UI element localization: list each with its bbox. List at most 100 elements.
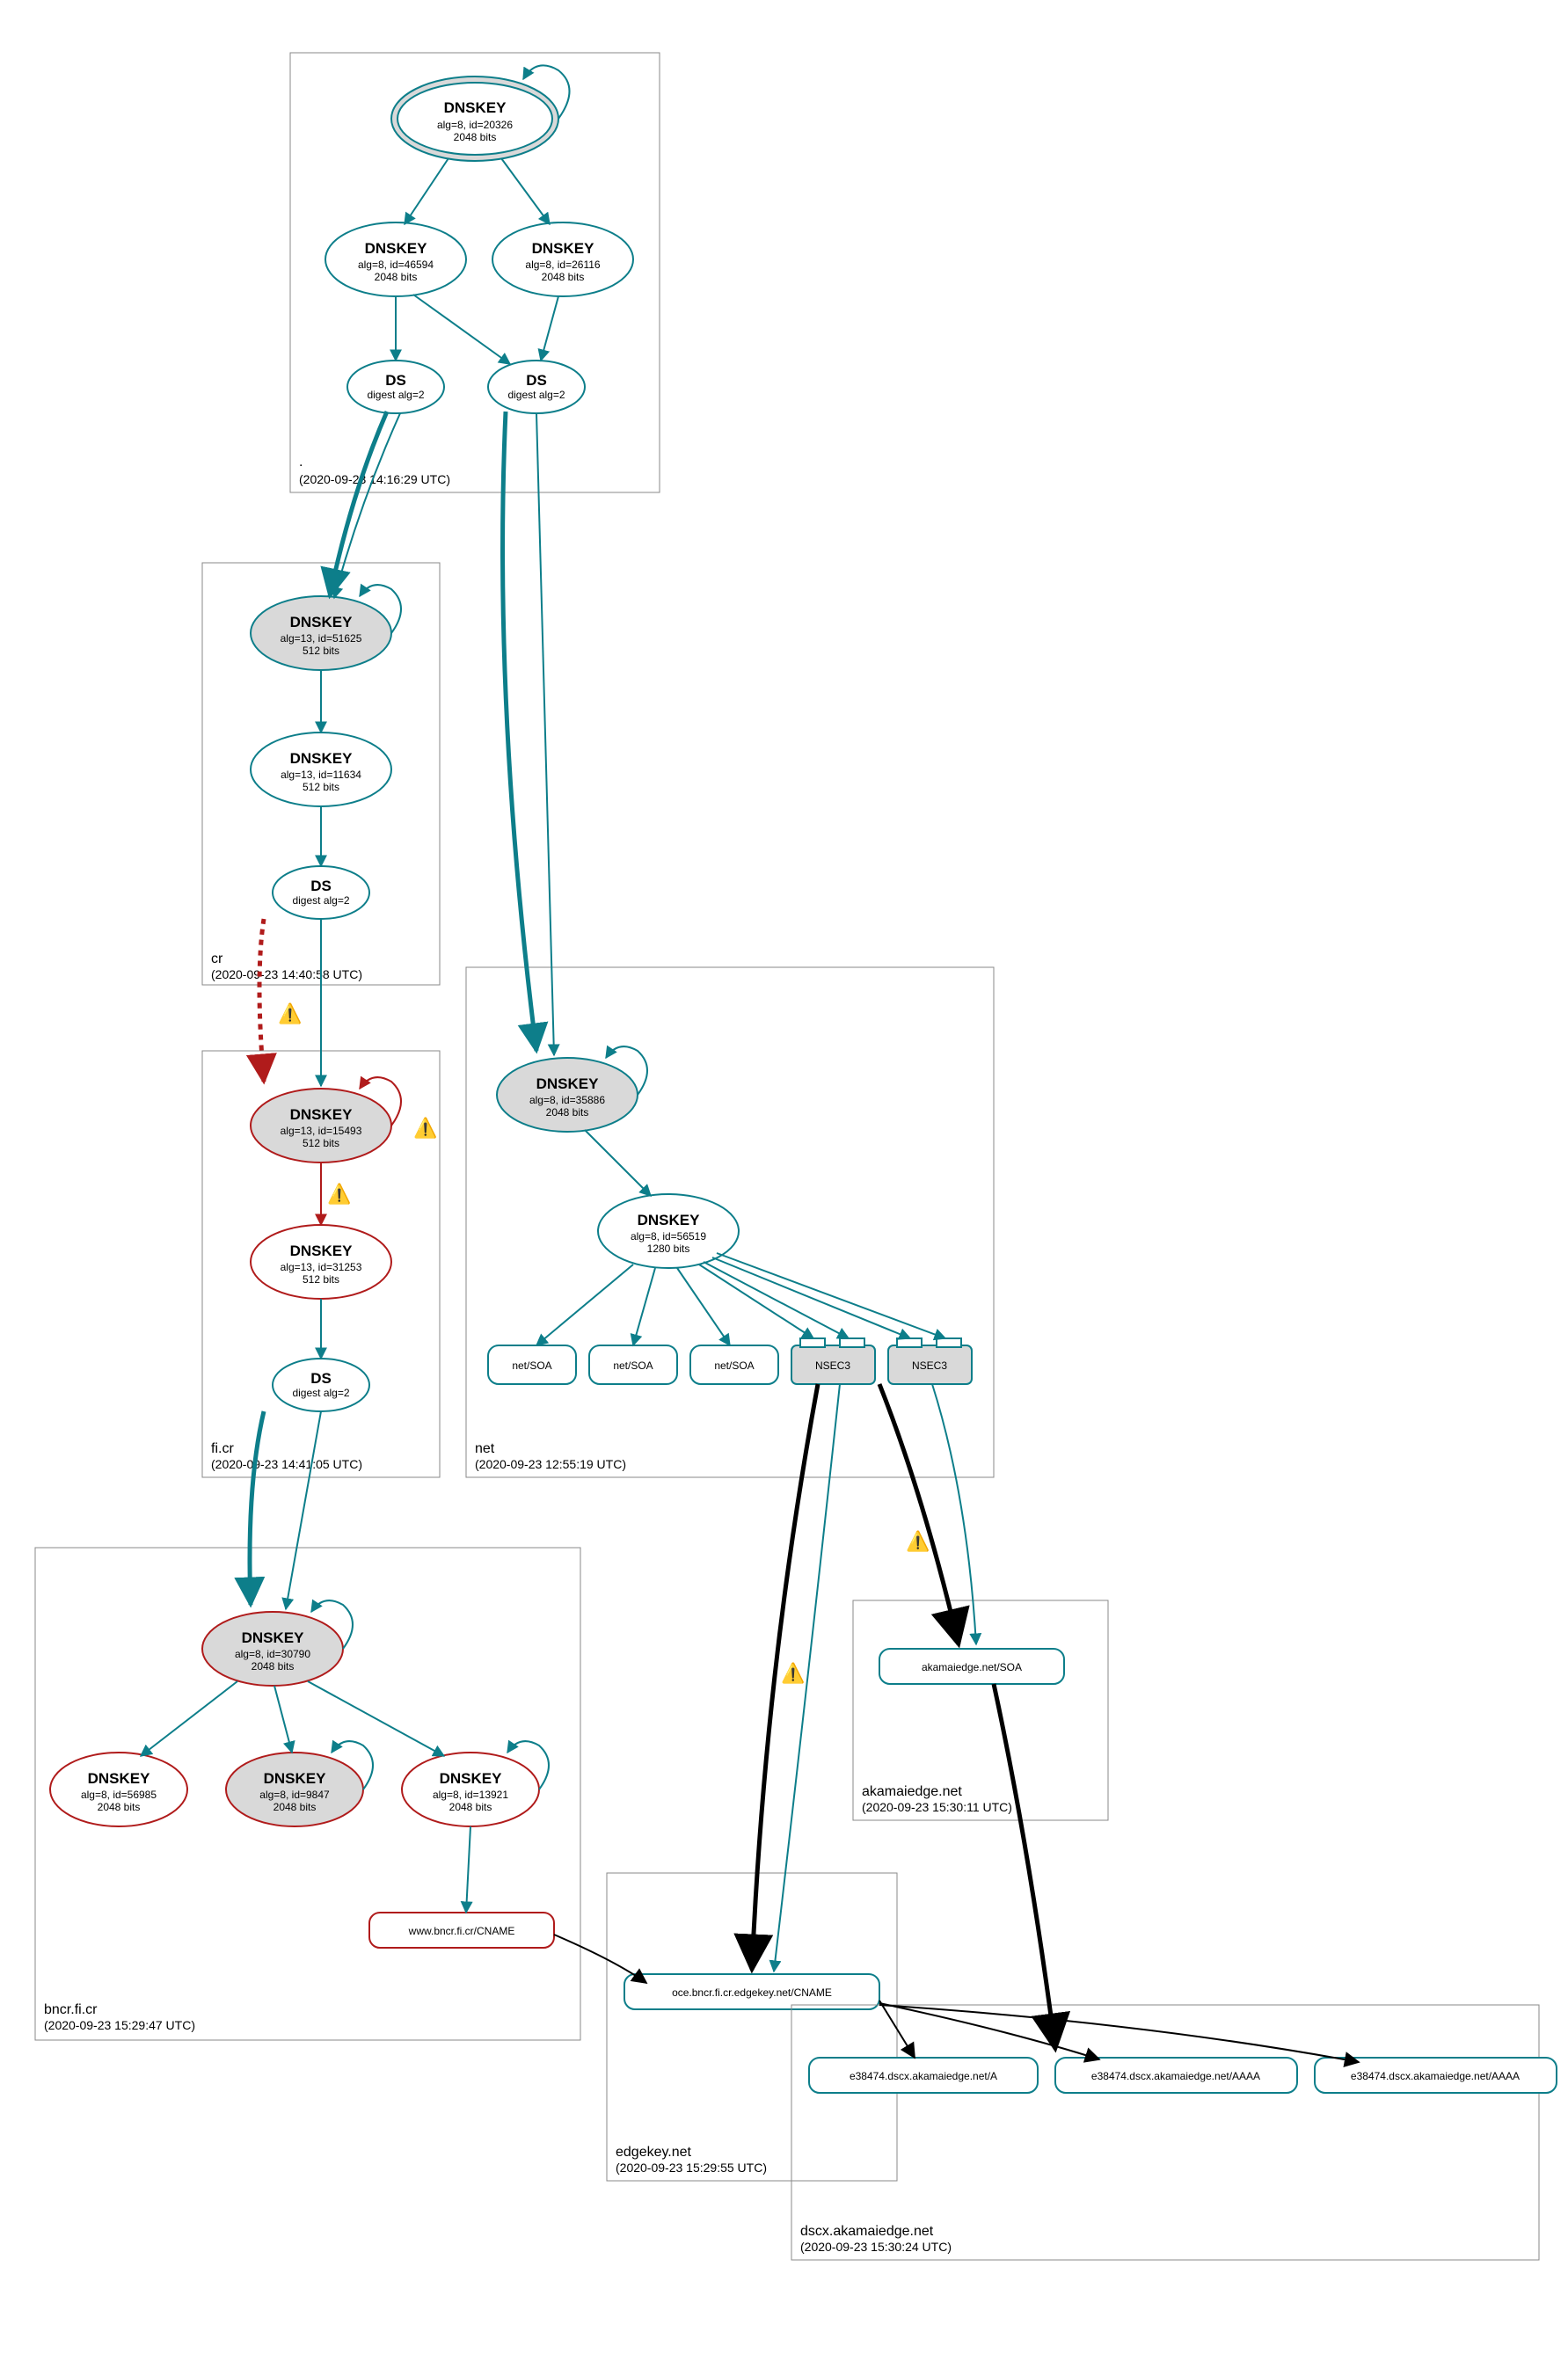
edge-insecure [879, 1384, 959, 1644]
svg-text:alg=13, id=51625: alg=13, id=51625 [281, 632, 362, 645]
svg-text:alg=13, id=15493: alg=13, id=15493 [281, 1125, 362, 1137]
edge [712, 1257, 910, 1338]
node-dscx-aaaa2: e38474.dscx.akamaiedge.net/AAAA [1315, 2058, 1557, 2093]
zone-ficr: fi.cr (2020-09-23 14:41:05 UTC) ⚠️ DNSKE… [202, 919, 440, 1477]
node-ficr-ksk: DNSKEY alg=13, id=15493 512 bits [251, 1089, 391, 1162]
svg-text:alg=13, id=31253: alg=13, id=31253 [281, 1261, 362, 1273]
svg-text:alg=8, id=13921: alg=8, id=13921 [433, 1789, 508, 1801]
svg-text:DNSKEY: DNSKEY [290, 1106, 354, 1123]
edge [585, 1130, 651, 1196]
edge-deleg-root-net [503, 412, 536, 1051]
edge [286, 1411, 321, 1609]
svg-text:digest alg=2: digest alg=2 [292, 1387, 349, 1399]
edge [308, 1681, 444, 1756]
svg-text:DNSKEY: DNSKEY [290, 750, 354, 767]
zone-ficr-label: fi.cr [211, 1441, 234, 1456]
zone-edgek-label: edgekey.net [616, 2145, 692, 2160]
svg-text:e38474.dscx.akamaiedge.net/A: e38474.dscx.akamaiedge.net/A [850, 2070, 997, 2082]
edge-deleg-bogus [259, 919, 264, 1082]
zone-dscx-time: (2020-09-23 15:30:24 UTC) [800, 2240, 952, 2254]
node-netsoa1: net/SOA [488, 1345, 576, 1384]
svg-text:DNSKEY: DNSKEY [242, 1629, 305, 1646]
svg-text:DNSKEY: DNSKEY [290, 614, 354, 630]
node-akedge-soa: akamaiedge.net/SOA [879, 1649, 1064, 1684]
svg-text:alg=8, id=26116: alg=8, id=26116 [525, 259, 601, 271]
node-netsoa3: net/SOA [690, 1345, 778, 1384]
zone-bncr-time: (2020-09-23 15:29:47 UTC) [44, 2018, 195, 2032]
svg-text:2048 bits: 2048 bits [375, 271, 418, 283]
svg-text:DNSKEY: DNSKEY [532, 240, 595, 257]
svg-text:2048 bits: 2048 bits [542, 271, 585, 283]
zone-cr-label: cr [211, 951, 223, 966]
svg-text:oce.bncr.fi.cr.edgekey.net/CNA: oce.bncr.fi.cr.edgekey.net/CNAME [672, 1986, 832, 1999]
edge [717, 1253, 945, 1338]
svg-text:DS: DS [310, 878, 332, 894]
zone-bncr: bncr.fi.cr (2020-09-23 15:29:47 UTC) DNS… [35, 1411, 580, 2040]
error-icon: ⚠️ [327, 1183, 351, 1205]
svg-text:DNSKEY: DNSKEY [536, 1075, 600, 1092]
node-bncr-cname: www.bncr.fi.cr/CNAME [369, 1913, 554, 1948]
zone-dscx: dscx.akamaiedge.net (2020-09-23 15:30:24… [791, 1684, 1557, 2260]
svg-text:DNSKEY: DNSKEY [290, 1243, 354, 1259]
svg-text:DNSKEY: DNSKEY [88, 1770, 151, 1787]
edge [536, 1265, 633, 1345]
node-net-ksk: DNSKEY alg=8, id=35886 2048 bits [497, 1058, 638, 1132]
edge [413, 295, 510, 364]
edge [633, 1268, 655, 1345]
svg-text:2048 bits: 2048 bits [98, 1801, 141, 1813]
svg-text:alg=8, id=46594: alg=8, id=46594 [358, 259, 434, 271]
warn-icon: ⚠️ [906, 1530, 930, 1552]
zone-akedge: akamaiedge.net (2020-09-23 15:30:11 UTC)… [853, 1384, 1108, 1820]
svg-text:net/SOA: net/SOA [613, 1359, 653, 1372]
edge [536, 413, 554, 1055]
svg-text:512 bits: 512 bits [303, 1137, 339, 1149]
zone-root-label: . [299, 455, 303, 470]
svg-text:DS: DS [310, 1370, 332, 1387]
svg-text:alg=8, id=9847: alg=8, id=9847 [259, 1789, 330, 1801]
svg-text:e38474.dscx.akamaiedge.net/AAA: e38474.dscx.akamaiedge.net/AAAA [1091, 2070, 1260, 2082]
svg-text:www.bncr.fi.cr/CNAME: www.bncr.fi.cr/CNAME [408, 1925, 515, 1937]
zone-root: . (2020-09-23 14:16:29 UTC) DNSKEY alg=8… [290, 53, 660, 492]
zone-edgek-time: (2020-09-23 15:29:55 UTC) [616, 2161, 767, 2175]
edge-alias [879, 2005, 1359, 2062]
svg-text:2048 bits: 2048 bits [273, 1801, 317, 1813]
svg-text:2048 bits: 2048 bits [454, 131, 497, 143]
svg-text:2048 bits: 2048 bits [252, 1660, 295, 1673]
zone-akedge-time: (2020-09-23 15:30:11 UTC) [862, 1800, 1012, 1814]
svg-text:NSEC3: NSEC3 [912, 1359, 947, 1372]
zone-net-time: (2020-09-23 12:55:19 UTC) [475, 1457, 626, 1471]
svg-text:512 bits: 512 bits [303, 781, 339, 793]
error-icon: ⚠️ [278, 1002, 302, 1024]
svg-text:NSEC3: NSEC3 [815, 1359, 850, 1372]
node-cr-ds: DS digest alg=2 [273, 866, 369, 919]
svg-text:digest alg=2: digest alg=2 [367, 389, 424, 401]
svg-text:digest alg=2: digest alg=2 [292, 894, 349, 907]
edge [274, 1686, 292, 1753]
svg-text:alg=8, id=20326: alg=8, id=20326 [437, 119, 513, 131]
node-ficr-ds: DS digest alg=2 [273, 1359, 369, 1411]
node-bncr-56985: DNSKEY alg=8, id=56985 2048 bits [50, 1753, 187, 1826]
svg-text:alg=8, id=35886: alg=8, id=35886 [529, 1094, 605, 1106]
edge [334, 413, 400, 598]
zone-net-label: net [475, 1441, 495, 1456]
node-bncr-9847: DNSKEY alg=8, id=9847 2048 bits [226, 1753, 363, 1826]
node-dscx-a: e38474.dscx.akamaiedge.net/A [809, 2058, 1038, 2093]
dnssec-graph: . (2020-09-23 14:16:29 UTC) DNSKEY alg=8… [0, 0, 1568, 2376]
svg-text:DS: DS [526, 372, 547, 389]
edge [466, 1826, 470, 1913]
edge [141, 1681, 237, 1756]
zone-cr: cr (2020-09-23 14:40:58 UTC) DNSKEY alg=… [202, 412, 440, 985]
svg-text:DNSKEY: DNSKEY [638, 1212, 701, 1228]
edge [501, 158, 550, 224]
edge-alias [879, 2003, 1099, 2059]
edge-deleg-root-cr [330, 412, 387, 596]
svg-text:alg=8, id=56985: alg=8, id=56985 [81, 1789, 157, 1801]
node-root-46594: DNSKEY alg=8, id=46594 2048 bits [325, 222, 466, 296]
node-net-56519: DNSKEY alg=8, id=56519 1280 bits [598, 1194, 739, 1268]
svg-text:1280 bits: 1280 bits [647, 1243, 690, 1255]
zone-net: net (2020-09-23 12:55:19 UTC) DNSKEY alg… [466, 412, 994, 1477]
edge [405, 158, 449, 224]
svg-text:DNSKEY: DNSKEY [365, 240, 428, 257]
svg-text:e38474.dscx.akamaiedge.net/AAA: e38474.dscx.akamaiedge.net/AAAA [1351, 2070, 1520, 2082]
svg-text:net/SOA: net/SOA [512, 1359, 551, 1372]
